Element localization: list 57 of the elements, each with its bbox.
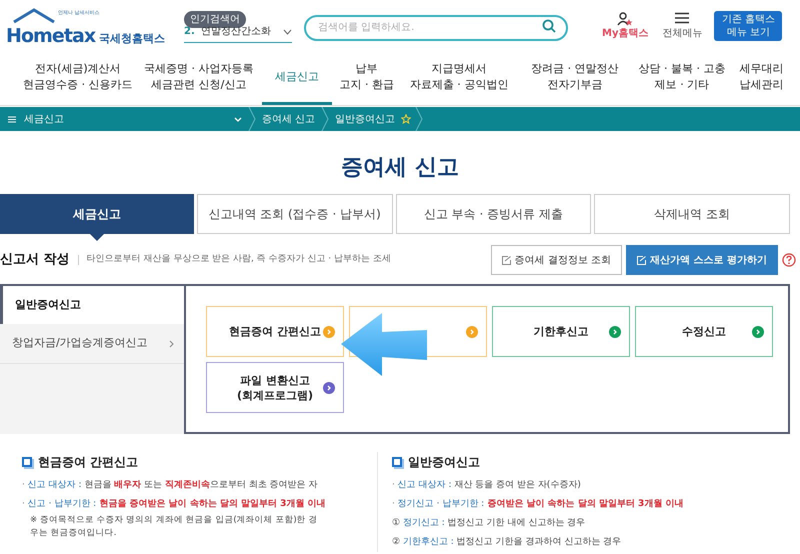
nav-menu-item[interactable]: 전자(세금)계산서 현금영수증 · 신용카드 (20, 52, 136, 105)
info-text: · 정기신고 · 납부기한 : 증여받은 날이 속하는 달의 말일부터 3개월 이내 (392, 498, 684, 511)
info-heading: 일반증여신고 (408, 454, 480, 471)
content-tab[interactable]: 삭제내역 조회 (594, 194, 790, 234)
breadcrumb-menu-dropdown[interactable]: 세금신고 (0, 107, 248, 131)
info-text: · 신고 대상자 : 재산 등을 증여 받은 자(수증자) (392, 479, 582, 492)
section-description: 타인으로부터 재산을 무상으로 받은 사람, 즉 수증자가 신고 · 납부하는 조세 (86, 253, 391, 266)
breadcrumb-separator-icon (248, 107, 256, 131)
square-bullet-icon (392, 457, 402, 467)
report-type-button[interactable]: 기한후신고 (492, 306, 630, 357)
menu-icon[interactable] (675, 12, 690, 24)
chevron-right-icon (169, 340, 174, 348)
action-button[interactable]: 증여세 결정정보 조회 (490, 245, 622, 275)
checkbox-edit-icon (502, 256, 511, 264)
breadcrumb-separator-icon (415, 107, 424, 131)
info-text: ① 정기신고 : 법정신고 기한 내에 신고하는 경우 (392, 517, 586, 530)
breadcrumb-separator-icon (321, 107, 330, 131)
classic-menu-button[interactable]: 기존 홈택스 메뉴 보기 (714, 11, 782, 41)
square-bullet-icon (22, 457, 32, 467)
report-type-button[interactable]: 수정신고 (635, 306, 773, 357)
help-icon[interactable] (782, 253, 796, 267)
page-title: 증여세 신고 (341, 154, 459, 182)
nav-menu-item[interactable]: 장려금 · 연말정산 전자기부금 (516, 52, 633, 105)
breadcrumb-item[interactable]: 일반증여신고 (329, 112, 402, 126)
sidebar-item[interactable]: 일반증여신고 (0, 284, 186, 324)
info-text: ② 기한후신고 : 법정신고 기한을 경과하여 신고하는 경우 (392, 536, 622, 549)
nav-menu-item[interactable]: 상담 · 불복 · 고충 제보 · 기타 (632, 52, 732, 105)
search-icon[interactable] (542, 19, 556, 33)
content-tab[interactable]: 신고내역 조회 (접수증 · 납부서) (196, 194, 392, 234)
chevron-down-icon (234, 116, 242, 122)
report-type-button[interactable]: 파일 변환신고 (회계프로그램) (206, 362, 344, 413)
action-button[interactable]: 재산가액 스스로 평가하기 (626, 245, 778, 275)
sidebar-item[interactable]: 창업자금/가업승계증여신고 (0, 324, 186, 364)
logo-subtitle: 국세청홈택스 (99, 33, 166, 44)
checkbox-edit-icon (637, 256, 646, 264)
info-text: ※ 증여목적으로 수증자 명의의 계좌에 현금을 입금(계좌이체 포함)한 경우는 현금증여입니다. (29, 514, 318, 540)
info-text: · 신고 대상자 : 현금을 배우자 또는 직계존비속으로부터 최초 증여받은 자 (22, 479, 319, 492)
search-field[interactable]: 검색어를 입력하세요. (304, 14, 568, 40)
nav-menu-item[interactable]: 국세증명 · 사업자등록 세금관련 신청/신고 (136, 52, 262, 105)
report-type-button[interactable]: 현금증여 간편신고 (206, 306, 344, 357)
popular-search-badge: 인기검색어 (184, 10, 246, 28)
user-star-icon[interactable] (617, 12, 634, 26)
content-tab[interactable]: 신고 부속 · 증빙서류 제출 (396, 194, 592, 234)
star-icon[interactable] (401, 114, 412, 124)
nav-menu-item[interactable]: 납부 고지 · 환급 (332, 52, 402, 105)
chevron-down-icon (283, 28, 292, 34)
info-text: · 신고 · 납부기한 : 현금을 증여받은 날이 속하는 달의 말일부터 3개월 이내 (22, 498, 327, 511)
section-title: 신고서 작성 (0, 251, 70, 270)
nav-menu-item[interactable]: 지급명세서 자료제출 · 공익법인 (401, 52, 517, 105)
my-hometax-link[interactable]: My홈택스 (602, 26, 648, 40)
nav-menu-item[interactable]: 세무대리 납세관리 (731, 52, 792, 105)
breadcrumb-item[interactable]: 증여세 신고 (256, 112, 322, 126)
logo-text[interactable]: Hometax (6, 27, 96, 46)
tab-pointer-icon (90, 234, 104, 241)
info-heading: 현금증여 간편신고 (38, 454, 138, 471)
menu-icon (8, 116, 16, 122)
full-menu-link[interactable]: 전체메뉴 (662, 26, 702, 40)
